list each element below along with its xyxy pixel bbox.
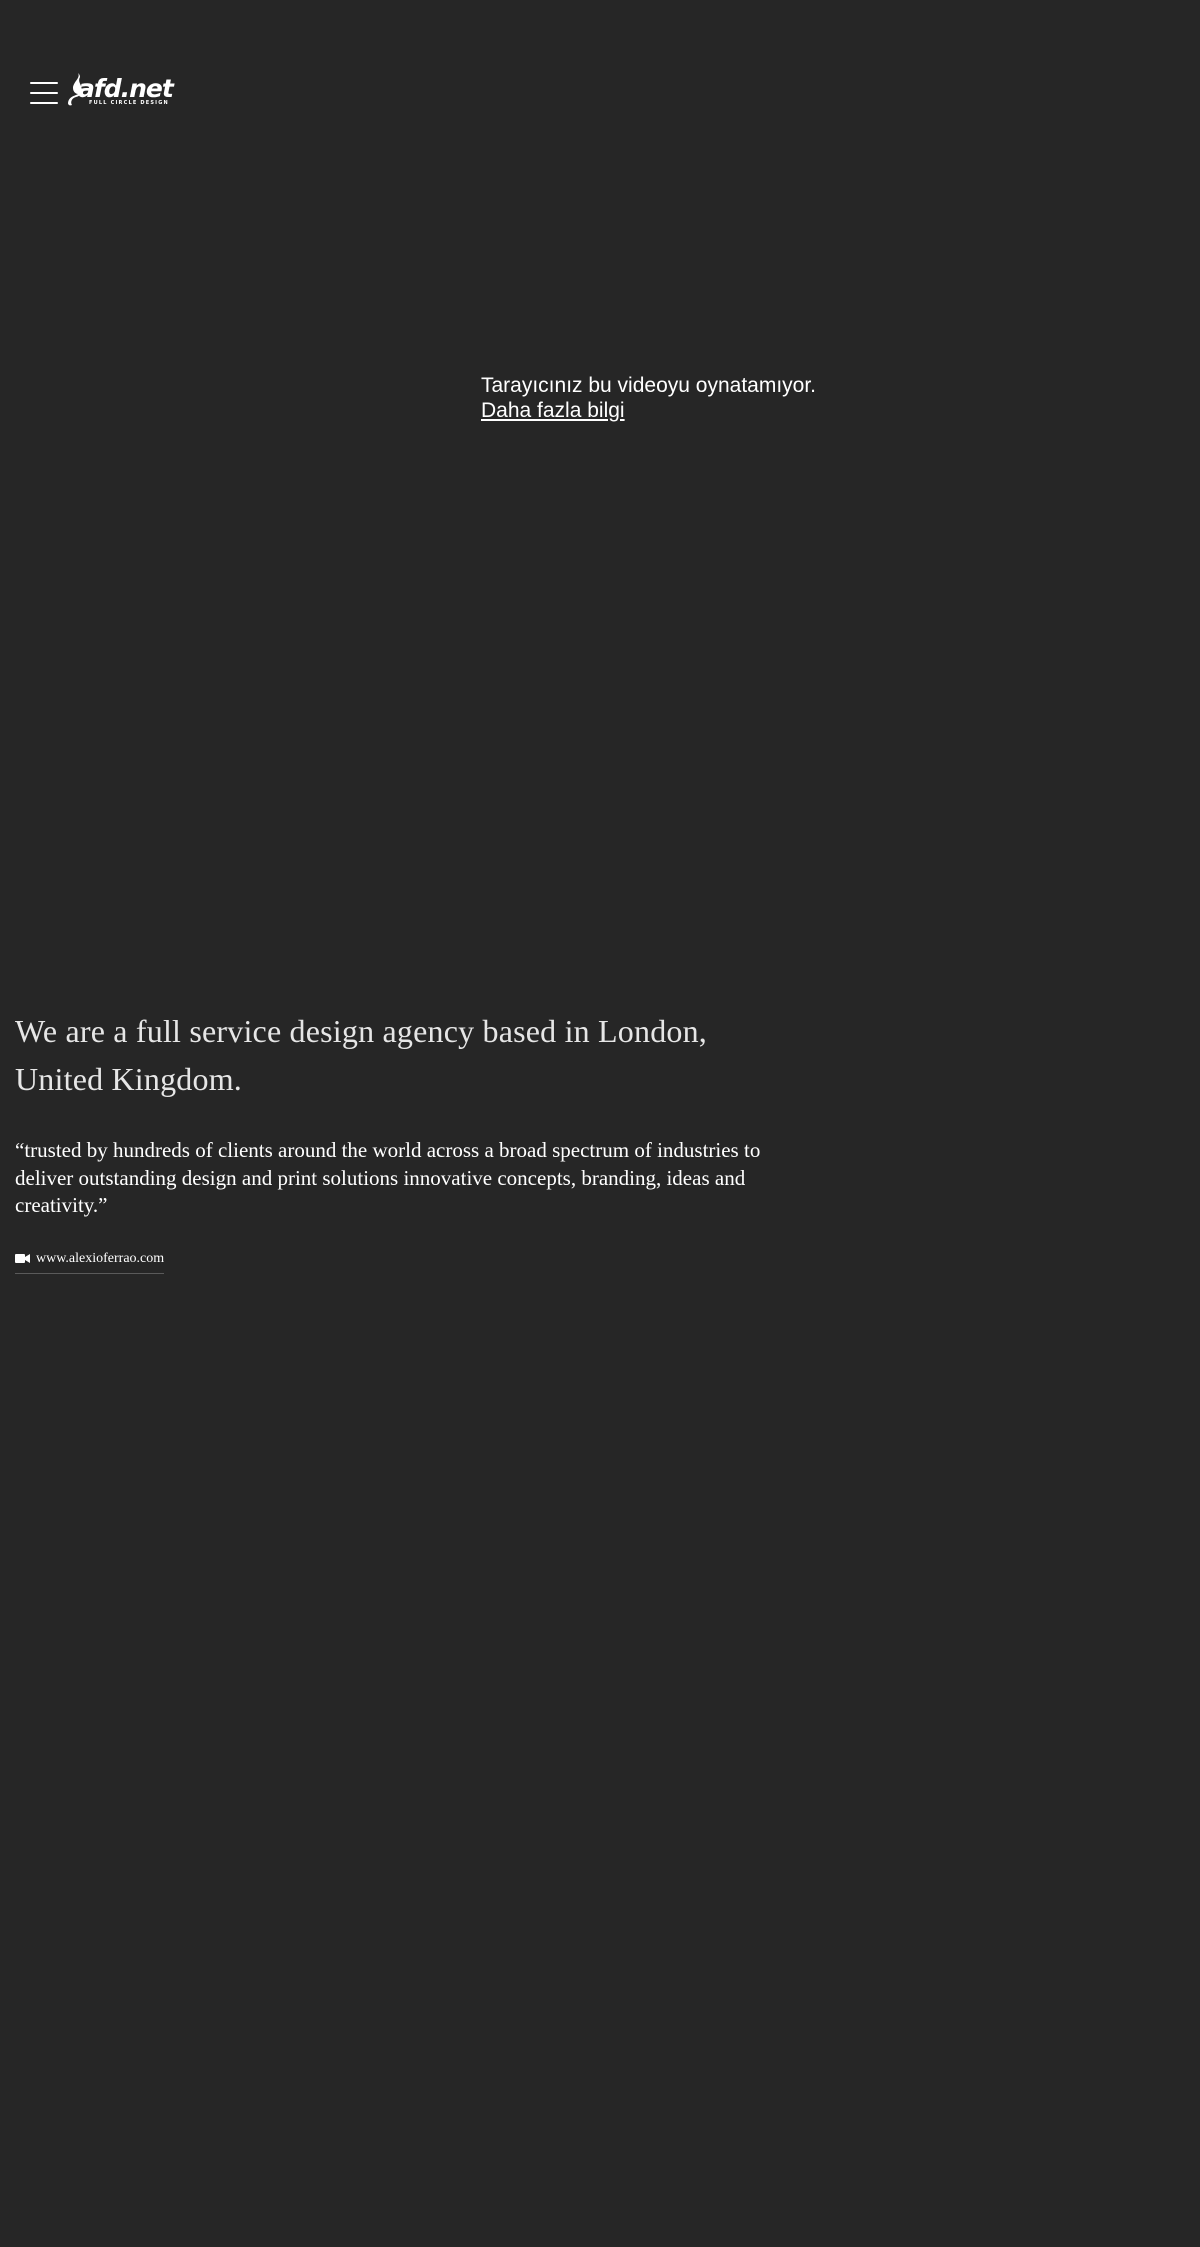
site-logo[interactable]: afd.net FULL CIRCLE DESIGN — [67, 72, 174, 108]
logo-wordmark: afd.net — [78, 74, 174, 103]
hamburger-menu-icon[interactable] — [30, 82, 58, 104]
video-fallback-message: Tarayıcınız bu videoyu oynatamıyor. — [481, 374, 817, 397]
video-credit-text: www.alexioferrao.com — [36, 1251, 165, 1266]
hero-headline: We are a full service design agency base… — [15, 1013, 708, 1097]
video-credit-link[interactable]: www.alexioferrao.com — [15, 1250, 165, 1274]
learn-more-link[interactable]: Daha fazla bilgi — [481, 398, 625, 423]
logo-tagline: FULL CIRCLE DESIGN — [89, 100, 169, 106]
menu-line — [30, 102, 58, 104]
menu-line — [30, 92, 58, 94]
menu-line — [30, 82, 58, 84]
video-player-fallback: Tarayıcınız bu videoyu oynatamıyor. Daha… — [481, 373, 816, 423]
hero-quote: “trusted by hundreds of clients around t… — [15, 1138, 761, 1217]
video-camera-icon — [15, 1254, 30, 1263]
